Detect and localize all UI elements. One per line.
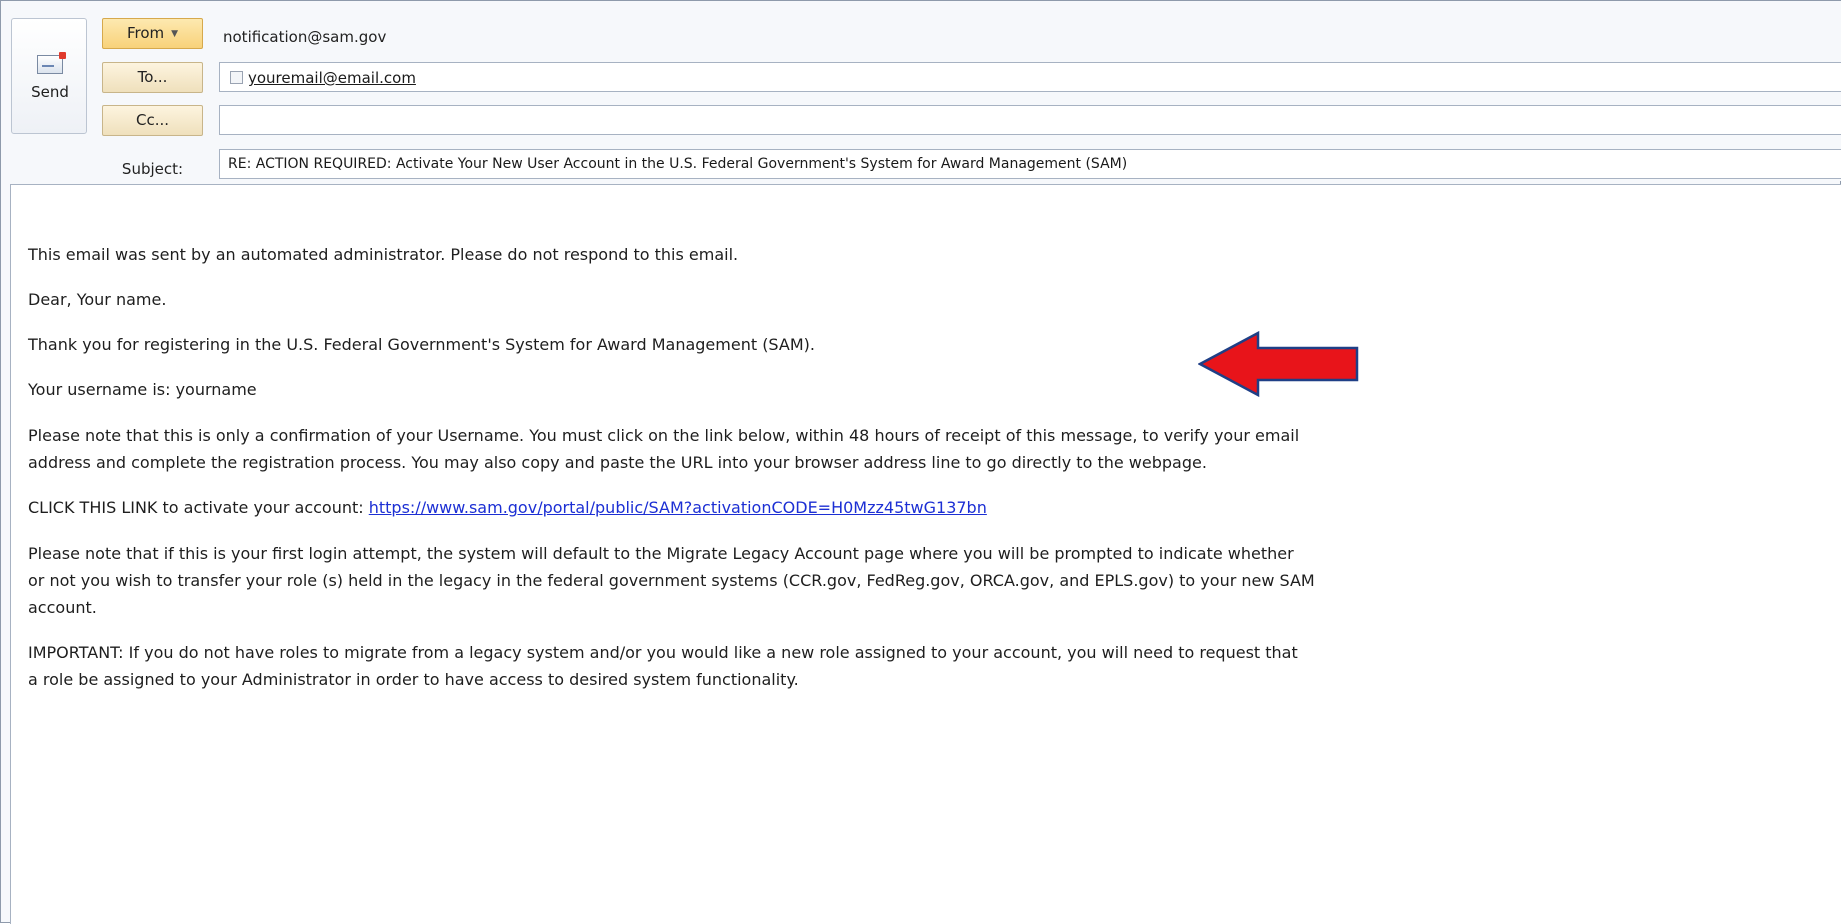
from-address: notification@sam.gov bbox=[223, 28, 387, 46]
cc-field[interactable] bbox=[219, 105, 1841, 135]
to-button[interactable]: To... bbox=[102, 62, 203, 93]
recipient-address: youremail@email.com bbox=[248, 69, 416, 87]
body-paragraph-legacy-2: or not you wish to transfer your role (s… bbox=[28, 571, 1315, 590]
from-button[interactable]: From ▼ bbox=[102, 18, 203, 49]
message-body[interactable]: This email was sent by an automated admi… bbox=[10, 184, 1841, 924]
message-header: Send From ▼ notification@sam.gov To... yo… bbox=[1, 1, 1841, 181]
body-paragraph-username: Your username is: yourname bbox=[28, 380, 257, 399]
body-paragraph-important-1: IMPORTANT: If you do not have roles to m… bbox=[28, 643, 1298, 662]
subject-value: RE: ACTION REQUIRED: Activate Your New U… bbox=[228, 156, 1128, 172]
email-compose-window: Send From ▼ notification@sam.gov To... yo… bbox=[0, 0, 1841, 924]
subject-label: Subject: bbox=[121, 160, 184, 178]
body-paragraph-greeting: Dear, Your name. bbox=[28, 290, 167, 309]
send-button[interactable]: Send bbox=[11, 18, 87, 134]
body-paragraph-important-2: a role be assigned to your Administrator… bbox=[28, 670, 799, 689]
send-icon bbox=[37, 52, 66, 74]
cc-button[interactable]: Cc... bbox=[102, 105, 203, 136]
body-paragraph-automated: This email was sent by an automated admi… bbox=[28, 245, 739, 264]
red-arrow-icon bbox=[1198, 331, 1359, 397]
body-paragraph-thanks: Thank you for registering in the U.S. Fe… bbox=[28, 335, 815, 354]
body-paragraph-confirmation-2: address and complete the registration pr… bbox=[28, 453, 1207, 472]
body-paragraph-legacy-1: Please note that if this is your first l… bbox=[28, 544, 1294, 563]
recipient-chip[interactable]: youremail@email.com bbox=[230, 69, 416, 87]
to-field[interactable]: youremail@email.com bbox=[219, 62, 1841, 92]
subject-field[interactable]: RE: ACTION REQUIRED: Activate Your New U… bbox=[219, 149, 1841, 179]
body-paragraph-activation: CLICK THIS LINK to activate your account… bbox=[28, 494, 987, 521]
body-paragraph-legacy-3: account. bbox=[28, 598, 97, 617]
activation-link[interactable]: https://www.sam.gov/portal/public/SAM?ac… bbox=[369, 498, 987, 517]
recipient-checkbox-icon bbox=[230, 71, 243, 84]
chevron-down-icon: ▼ bbox=[171, 29, 179, 39]
from-button-label: From bbox=[126, 24, 165, 42]
activation-prefix: CLICK THIS LINK to activate your account… bbox=[28, 498, 369, 517]
body-paragraph-confirmation-1: Please note that this is only a confirma… bbox=[28, 426, 1300, 445]
send-label: Send bbox=[31, 83, 69, 101]
